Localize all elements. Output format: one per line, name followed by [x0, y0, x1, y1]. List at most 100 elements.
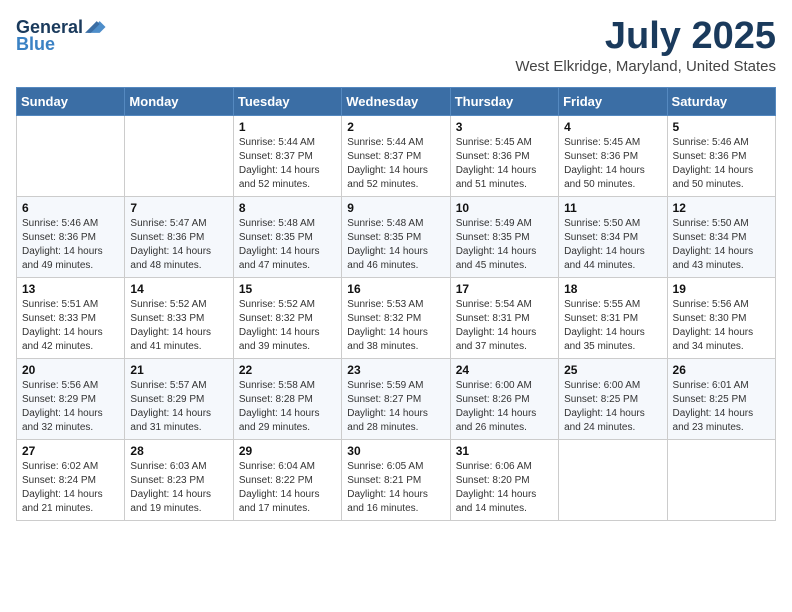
- sunrise-text: Sunrise: 5:53 AM: [347, 298, 444, 312]
- day-detail: Sunrise: 5:47 AMSunset: 8:36 PMDaylight:…: [130, 217, 227, 273]
- calendar-cell: 10Sunrise: 5:49 AMSunset: 8:35 PMDayligh…: [450, 196, 558, 277]
- sunrise-text: Sunrise: 5:58 AM: [239, 379, 336, 393]
- calendar-cell: 22 Sunrise: 5:58 AMSunset: 8:28 PMDayligh…: [233, 358, 341, 439]
- daylight-text: Daylight: 14 hours and 39 minutes.: [239, 326, 336, 354]
- daylight-text: Daylight: 14 hours and 49 minutes.: [22, 245, 119, 273]
- calendar-week-row: 6Sunrise: 5:46 AMSunset: 8:36 PMDaylight…: [17, 196, 776, 277]
- day-detail: Sunrise: 5:58 AMSunset: 8:28 PMDaylight:…: [239, 379, 336, 435]
- daylight-text: Daylight: 14 hours and 50 minutes.: [564, 164, 661, 192]
- calendar-body: 1 Sunrise: 5:44 AMSunset: 8:37 PMDaylight…: [17, 115, 776, 520]
- day-detail: Sunrise: 5:46 AMSunset: 8:36 PMDaylight:…: [673, 136, 770, 192]
- sunset-text: Sunset: 8:36 PM: [456, 150, 553, 164]
- day-number: 16: [347, 282, 444, 296]
- daylight-text: Daylight: 14 hours and 29 minutes.: [239, 407, 336, 435]
- day-number: 3: [456, 120, 553, 134]
- sunrise-text: Sunrise: 6:06 AM: [456, 460, 553, 474]
- calendar-cell: 16 Sunrise: 5:53 AMSunset: 8:32 PMDayligh…: [342, 277, 450, 358]
- day-number: 31: [456, 444, 553, 458]
- sunrise-text: Sunrise: 5:56 AM: [22, 379, 119, 393]
- calendar-cell: 14Sunrise: 5:52 AMSunset: 8:33 PMDayligh…: [125, 277, 233, 358]
- sunrise-text: Sunrise: 5:50 AM: [673, 217, 770, 231]
- day-detail: Sunrise: 6:02 AMSunset: 8:24 PMDaylight:…: [22, 460, 119, 516]
- sunrise-text: Sunrise: 5:50 AM: [564, 217, 661, 231]
- day-number: 23: [347, 363, 444, 377]
- sunset-text: Sunset: 8:29 PM: [22, 393, 119, 407]
- day-number: 22: [239, 363, 336, 377]
- day-detail: Sunrise: 6:03 AMSunset: 8:23 PMDaylight:…: [130, 460, 227, 516]
- day-detail: Sunrise: 6:06 AMSunset: 8:20 PMDaylight:…: [456, 460, 553, 516]
- daylight-text: Daylight: 14 hours and 31 minutes.: [130, 407, 227, 435]
- day-detail: Sunrise: 6:00 AMSunset: 8:25 PMDaylight:…: [564, 379, 661, 435]
- daylight-text: Daylight: 14 hours and 26 minutes.: [456, 407, 553, 435]
- daylight-text: Daylight: 14 hours and 17 minutes.: [239, 488, 336, 516]
- sunrise-text: Sunrise: 5:57 AM: [130, 379, 227, 393]
- day-number: 15: [239, 282, 336, 296]
- calendar-cell: 23 Sunrise: 5:59 AMSunset: 8:27 PMDayligh…: [342, 358, 450, 439]
- calendar-week-row: 20Sunrise: 5:56 AMSunset: 8:29 PMDayligh…: [17, 358, 776, 439]
- sunset-text: Sunset: 8:25 PM: [673, 393, 770, 407]
- day-number: 21: [130, 363, 227, 377]
- month-title: July 2025: [515, 16, 776, 58]
- sunrise-text: Sunrise: 5:56 AM: [673, 298, 770, 312]
- daylight-text: Daylight: 14 hours and 24 minutes.: [564, 407, 661, 435]
- daylight-text: Daylight: 14 hours and 34 minutes.: [673, 326, 770, 354]
- calendar-header-row: SundayMondayTuesdayWednesdayThursdayFrid…: [17, 87, 776, 115]
- daylight-text: Daylight: 14 hours and 19 minutes.: [130, 488, 227, 516]
- day-number: 1: [239, 120, 336, 134]
- day-detail: Sunrise: 6:01 AMSunset: 8:25 PMDaylight:…: [673, 379, 770, 435]
- calendar-cell: [667, 439, 775, 520]
- calendar-cell: 28 Sunrise: 6:03 AMSunset: 8:23 PMDayligh…: [125, 439, 233, 520]
- daylight-text: Daylight: 14 hours and 14 minutes.: [456, 488, 553, 516]
- sunrise-text: Sunrise: 5:48 AM: [347, 217, 444, 231]
- day-number: 30: [347, 444, 444, 458]
- calendar-cell: 15Sunrise: 5:52 AMSunset: 8:32 PMDayligh…: [233, 277, 341, 358]
- daylight-text: Daylight: 14 hours and 38 minutes.: [347, 326, 444, 354]
- calendar-cell: 27Sunrise: 6:02 AMSunset: 8:24 PMDayligh…: [17, 439, 125, 520]
- daylight-text: Daylight: 14 hours and 45 minutes.: [456, 245, 553, 273]
- sunset-text: Sunset: 8:24 PM: [22, 474, 119, 488]
- sunrise-text: Sunrise: 5:52 AM: [239, 298, 336, 312]
- sunset-text: Sunset: 8:36 PM: [130, 231, 227, 245]
- calendar-cell: 26Sunrise: 6:01 AMSunset: 8:25 PMDayligh…: [667, 358, 775, 439]
- calendar-cell: 7Sunrise: 5:47 AMSunset: 8:36 PMDaylight…: [125, 196, 233, 277]
- day-detail: Sunrise: 5:44 AMSunset: 8:37 PMDaylight:…: [347, 136, 444, 192]
- calendar-day-header: Wednesday: [342, 87, 450, 115]
- day-number: 6: [22, 201, 119, 215]
- sunrise-text: Sunrise: 5:45 AM: [456, 136, 553, 150]
- calendar-day-header: Monday: [125, 87, 233, 115]
- sunrise-text: Sunrise: 5:52 AM: [130, 298, 227, 312]
- sunrise-text: Sunrise: 6:05 AM: [347, 460, 444, 474]
- sunset-text: Sunset: 8:33 PM: [130, 312, 227, 326]
- day-number: 11: [564, 201, 661, 215]
- day-detail: Sunrise: 5:56 AMSunset: 8:30 PMDaylight:…: [673, 298, 770, 354]
- sunrise-text: Sunrise: 5:47 AM: [130, 217, 227, 231]
- day-detail: Sunrise: 5:51 AMSunset: 8:33 PMDaylight:…: [22, 298, 119, 354]
- sunset-text: Sunset: 8:35 PM: [347, 231, 444, 245]
- sunset-text: Sunset: 8:30 PM: [673, 312, 770, 326]
- calendar-cell: 2 Sunrise: 5:44 AMSunset: 8:37 PMDaylight…: [342, 115, 450, 196]
- calendar-cell: 9Sunrise: 5:48 AMSunset: 8:35 PMDaylight…: [342, 196, 450, 277]
- day-number: 8: [239, 201, 336, 215]
- day-detail: Sunrise: 5:59 AMSunset: 8:27 PMDaylight:…: [347, 379, 444, 435]
- sunset-text: Sunset: 8:20 PM: [456, 474, 553, 488]
- day-number: 28: [130, 444, 227, 458]
- sunset-text: Sunset: 8:32 PM: [347, 312, 444, 326]
- calendar-week-row: 1 Sunrise: 5:44 AMSunset: 8:37 PMDaylight…: [17, 115, 776, 196]
- day-detail: Sunrise: 5:45 AMSunset: 8:36 PMDaylight:…: [564, 136, 661, 192]
- sunrise-text: Sunrise: 5:54 AM: [456, 298, 553, 312]
- sunset-text: Sunset: 8:31 PM: [456, 312, 553, 326]
- day-number: 2: [347, 120, 444, 134]
- daylight-text: Daylight: 14 hours and 21 minutes.: [22, 488, 119, 516]
- daylight-text: Daylight: 14 hours and 16 minutes.: [347, 488, 444, 516]
- sunset-text: Sunset: 8:36 PM: [22, 231, 119, 245]
- daylight-text: Daylight: 14 hours and 44 minutes.: [564, 245, 661, 273]
- day-detail: Sunrise: 6:00 AMSunset: 8:26 PMDaylight:…: [456, 379, 553, 435]
- daylight-text: Daylight: 14 hours and 23 minutes.: [673, 407, 770, 435]
- daylight-text: Daylight: 14 hours and 51 minutes.: [456, 164, 553, 192]
- sunset-text: Sunset: 8:23 PM: [130, 474, 227, 488]
- sunset-text: Sunset: 8:35 PM: [239, 231, 336, 245]
- calendar-cell: 29Sunrise: 6:04 AMSunset: 8:22 PMDayligh…: [233, 439, 341, 520]
- logo-blue-text: Blue: [16, 34, 55, 55]
- daylight-text: Daylight: 14 hours and 52 minutes.: [347, 164, 444, 192]
- calendar-week-row: 13Sunrise: 5:51 AMSunset: 8:33 PMDayligh…: [17, 277, 776, 358]
